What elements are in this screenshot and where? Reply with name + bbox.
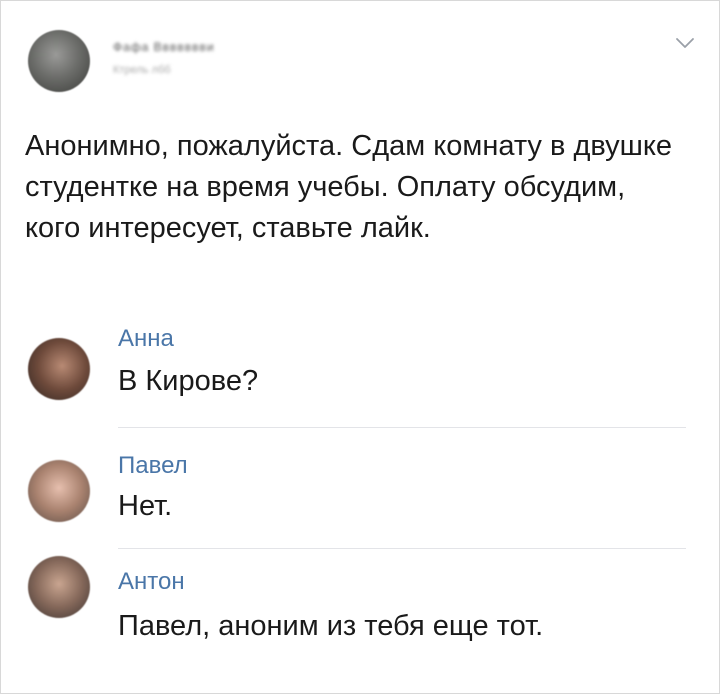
post-text: Анонимно, пожалуйста. Сдам комнату в дву… (25, 130, 673, 244)
post-timestamp[interactable]: Ктрель лбб (113, 64, 213, 76)
chevron-down-icon[interactable] (674, 36, 696, 50)
avatar[interactable] (28, 460, 90, 522)
comment-author[interactable]: Павел (118, 452, 188, 480)
author-name[interactable]: Фафа Ввввввви (113, 40, 263, 54)
comment-author[interactable]: Анна (118, 325, 174, 353)
comment-author[interactable]: Антон (118, 568, 185, 596)
author-avatar[interactable] (28, 30, 90, 92)
comment-text: Павел, аноним из тебя еще тот. (118, 610, 544, 642)
avatar[interactable] (28, 556, 90, 618)
post-header: Фафа Ввввввви Ктрель лбб (0, 0, 720, 110)
comment-text: Нет. (118, 490, 173, 522)
comment-text: В Кирове? (118, 365, 259, 397)
divider (118, 427, 686, 428)
divider (118, 548, 686, 549)
avatar[interactable] (28, 338, 90, 400)
